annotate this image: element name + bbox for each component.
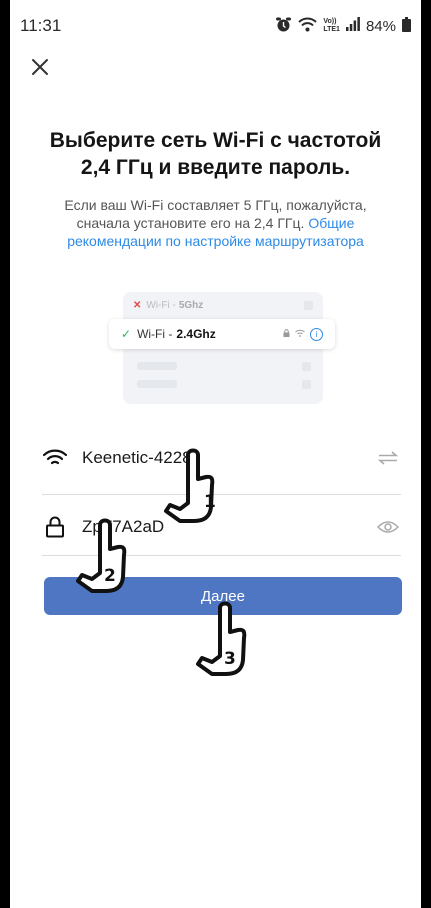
placeholder-square (302, 380, 311, 389)
close-button[interactable] (26, 55, 54, 83)
status-bar: 11:31 Vo)) LTE1 84% (20, 14, 411, 38)
volte-icon: Vo)) LTE1 (323, 18, 340, 33)
page-subtitle: Если ваш Wi-Fi составляет 5 ГГц, пожалуй… (48, 196, 383, 250)
placeholder-bar (137, 362, 177, 370)
callout-number: 2 (104, 566, 116, 586)
callout-number: 1 (204, 492, 216, 512)
callout-hand-2: 2 (76, 518, 127, 593)
illustration-row-24ghz: ✓ Wi-Fi - 2.4Ghz i (109, 319, 335, 349)
info-icon: i (310, 327, 323, 341)
wifi-small-icon (295, 329, 305, 339)
placeholder-square (304, 300, 313, 310)
placeholder-bar (137, 380, 177, 388)
callout-hand-3: 3 (196, 601, 247, 676)
placeholder-square (302, 362, 311, 371)
cross-icon: ✕ (133, 299, 142, 311)
signal-icon (345, 17, 360, 35)
battery-icon (402, 16, 411, 36)
battery-percent: 84% (365, 17, 396, 35)
callout-number: 3 (224, 649, 236, 669)
illustration-status-icons: i (283, 327, 323, 341)
close-icon (31, 58, 49, 81)
wifi-icon (298, 16, 318, 36)
lock-icon (42, 514, 68, 540)
alarm-icon (275, 16, 292, 37)
status-icons: Vo)) LTE1 84% (275, 16, 411, 37)
status-time: 11:31 (20, 16, 62, 35)
wifi-band-illustration: ✕ Wi-Fi - 5Ghz ✓ Wi-Fi - 2.4Ghz i (109, 292, 335, 404)
illustration-row-5ghz: ✕ Wi-Fi - 5Ghz (133, 297, 313, 313)
callout-hand-1: 1 (164, 448, 216, 523)
wifi-icon (42, 445, 68, 471)
lock-icon (283, 329, 290, 339)
eye-icon[interactable] (375, 516, 401, 538)
page-title: Выберите сеть Wi-Fi с частотой 2,4 ГГц и… (49, 129, 382, 179)
check-icon: ✓ (121, 327, 132, 341)
switch-network-icon[interactable] (375, 447, 401, 469)
